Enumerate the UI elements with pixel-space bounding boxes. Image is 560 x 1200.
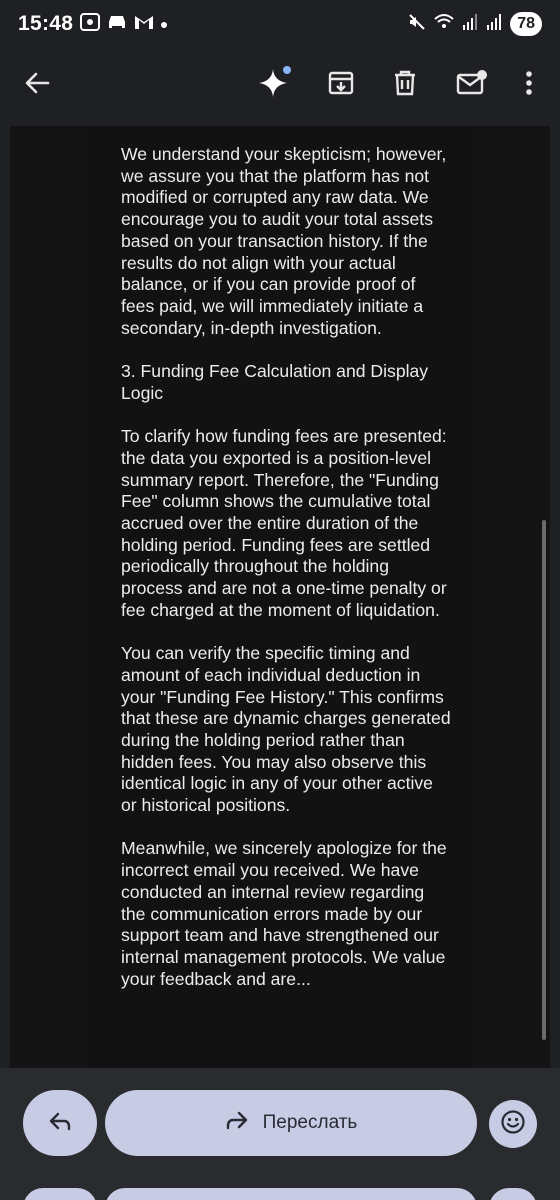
forward-icon	[225, 1110, 249, 1136]
smiley-icon	[500, 1109, 526, 1140]
email-paragraph: We understand your skepticism; however, …	[121, 144, 447, 338]
reply-button[interactable]	[23, 1090, 97, 1156]
signal-icon	[486, 13, 502, 36]
dot-icon	[160, 15, 168, 35]
status-system-icons: 78	[408, 12, 542, 36]
gmail-icon	[134, 14, 154, 36]
status-time: 15:48	[18, 12, 74, 35]
trash-icon[interactable]	[382, 60, 428, 106]
more-vert-icon[interactable]	[506, 60, 552, 106]
emoji-reaction-button[interactable]	[489, 1100, 537, 1148]
archive-icon[interactable]	[318, 60, 364, 106]
email-viewport[interactable]: We understand your skepticism; however, …	[10, 126, 550, 1068]
battery-indicator: 78	[510, 12, 542, 36]
forward-button[interactable]: Переслать	[105, 1090, 477, 1156]
email-paragraph: To clarify how funding fees are presente…	[121, 426, 447, 620]
status-notification-icons	[80, 13, 168, 37]
email-body: We understand your skepticism; however, …	[88, 126, 472, 1068]
scrollbar[interactable]	[542, 520, 546, 1040]
mute-icon	[408, 13, 426, 36]
back-arrow-icon[interactable]	[14, 60, 60, 106]
reply-icon	[48, 1111, 72, 1136]
signal-icon	[462, 13, 478, 36]
mark-unread-icon[interactable]	[449, 60, 495, 106]
screenshot-icon	[80, 13, 100, 37]
email-text: We understand your skepticism; however, …	[121, 144, 451, 1012]
app-bar	[0, 50, 560, 116]
wifi-icon	[434, 13, 454, 36]
car-icon	[106, 13, 128, 37]
email-section-heading: 3. Funding Fee Calculation and Display L…	[121, 361, 429, 403]
forward-label: Переслать	[262, 1112, 358, 1133]
ghost-duplicate-bar	[0, 1188, 560, 1200]
bottom-action-bar: Переслать	[0, 1068, 560, 1200]
gemini-sparkle-icon[interactable]	[252, 60, 298, 106]
email-paragraph: You can verify the specific timing and a…	[121, 643, 451, 816]
email-paragraph: Meanwhile, we sincerely apologize for th…	[121, 838, 447, 989]
status-bar: 15:48 78	[0, 0, 560, 50]
